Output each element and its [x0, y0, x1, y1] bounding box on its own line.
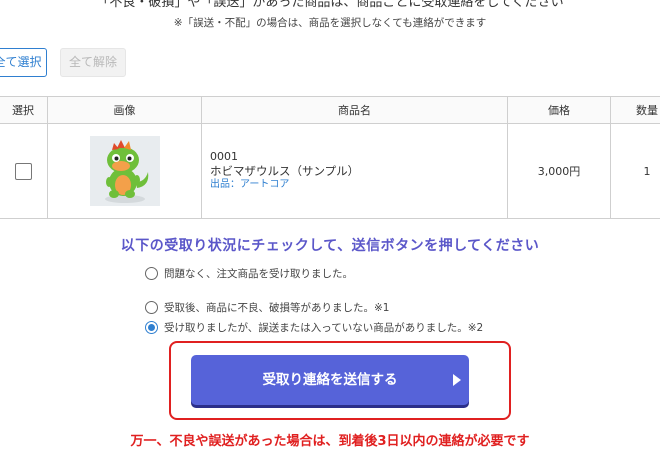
dinosaur-toy-image[interactable]: [90, 136, 160, 206]
product-name-cell: 0001 ホビマザウルス（サンプル） 出品：アートコア: [202, 124, 508, 219]
header-product-name: 商品名: [202, 97, 508, 124]
header-price: 価格: [508, 97, 611, 124]
product-name: ホビマザウルス（サンプル）: [210, 164, 507, 178]
note-text: ※「誤送・不配」の場合は、商品を選択しなくても連絡ができます: [0, 15, 660, 30]
play-arrow-icon: [453, 374, 461, 386]
header-quantity: 数量: [611, 97, 660, 124]
price-cell: 3,000円: [508, 124, 611, 219]
table-header-row: 選択 画像 商品名 価格 数量: [0, 97, 660, 124]
clear-all-button[interactable]: 全て解除: [60, 48, 126, 77]
quantity-cell: 1: [611, 124, 660, 219]
status-option-received-ok[interactable]: 問題なく、注文商品を受け取りました。: [145, 266, 353, 281]
radio-button-selected[interactable]: [145, 321, 158, 334]
table-row: 0001 ホビマザウルス（サンプル） 出品：アートコア 3,000円 1: [0, 124, 660, 219]
radio-button[interactable]: [145, 267, 158, 280]
radio-button[interactable]: [145, 301, 158, 314]
row-checkbox[interactable]: [15, 163, 32, 180]
select-cell: [0, 124, 48, 219]
select-all-button[interactable]: 全て選択: [0, 48, 47, 77]
image-cell: [48, 124, 202, 219]
option-label: 受取後、商品に不良、破損等がありました。※1: [164, 300, 389, 315]
order-items-table: 選択 画像 商品名 価格 数量: [0, 96, 660, 219]
submit-receipt-button[interactable]: 受取り連絡を送信する: [191, 355, 469, 405]
option-label: 問題なく、注文商品を受け取りました。: [164, 266, 353, 281]
header-image: 画像: [48, 97, 202, 124]
instruction-text: 「不良・破損」や「誤送」があった商品は、商品ごとに受取連絡をしてください: [0, 0, 660, 10]
header-select: 選択: [0, 97, 48, 124]
status-heading: 以下の受取り状況にチェックして、送信ボタンを押してください: [0, 235, 660, 255]
submit-button-label: 受取り連絡を送信する: [263, 372, 398, 388]
product-code: 0001: [210, 150, 507, 164]
status-option-defective[interactable]: 受取後、商品に不良、破損等がありました。※1: [145, 300, 389, 315]
status-option-missent[interactable]: 受け取りましたが、誤送または入っていない商品がありました。※2: [145, 320, 483, 335]
seller-link[interactable]: 出品：アートコア: [210, 178, 507, 192]
option-label: 受け取りましたが、誤送または入っていない商品がありました。※2: [164, 320, 483, 335]
